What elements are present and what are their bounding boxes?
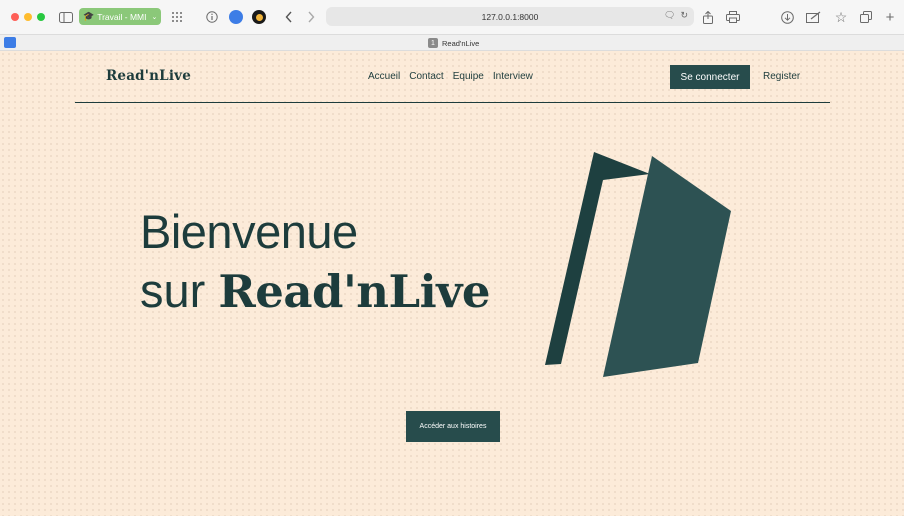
tab-group-label: Travail - MMI xyxy=(97,11,147,22)
info-icon[interactable] xyxy=(204,9,220,25)
door-panel xyxy=(603,156,731,377)
annotate-icon[interactable] xyxy=(805,9,821,25)
extension-blue-icon[interactable] xyxy=(229,10,243,24)
back-icon[interactable] xyxy=(281,9,297,25)
url-text: 127.0.0.1:8000 xyxy=(481,11,539,22)
address-bar[interactable]: 127.0.0.1:8000 🗨 ↻ xyxy=(326,7,694,26)
extension-moon-icon[interactable] xyxy=(252,10,266,24)
new-tab-icon[interactable]: + xyxy=(882,9,898,25)
print-icon[interactable] xyxy=(725,9,741,25)
sidebar-toggle-icon[interactable] xyxy=(58,9,74,25)
share-icon[interactable] xyxy=(700,9,716,25)
open-door-illustration xyxy=(545,152,731,377)
tab-group-pill[interactable]: 🎓 Travail - MMI ⌄ xyxy=(79,8,161,25)
forward-icon[interactable] xyxy=(303,9,319,25)
close-window-button[interactable] xyxy=(11,13,19,21)
tab-title-label: Read'nLive xyxy=(442,38,480,48)
tabs-copy-icon[interactable] xyxy=(858,9,874,25)
chevron-down-icon: ⌄ xyxy=(151,13,158,21)
graduation-cap-icon: 🎓 xyxy=(83,11,95,21)
tab-overview-icon[interactable] xyxy=(169,9,185,25)
download-icon[interactable] xyxy=(779,9,795,25)
tab-active[interactable]: 1 Read'nLive xyxy=(428,38,479,48)
tab-bar: 1 Read'nLive xyxy=(0,34,904,51)
zoom-window-button[interactable] xyxy=(37,13,45,21)
tab-number-badge: 1 xyxy=(428,38,438,48)
reload-icon[interactable]: ↻ xyxy=(680,10,688,21)
bookmark-star-icon[interactable]: ☆ xyxy=(833,9,849,25)
access-stories-button[interactable]: Accéder aux histoires xyxy=(406,411,500,442)
browser-toolbar: 🎓 Travail - MMI ⌄ 127.0.0.1:8000 🗨 ↻ ☆ + xyxy=(0,0,904,34)
reader-icon[interactable] xyxy=(4,37,16,48)
minimize-window-button[interactable] xyxy=(24,13,32,21)
web-page: Read'nLive Accueil Contact Equipe Interv… xyxy=(0,51,904,516)
translate-icon[interactable]: 🗨 xyxy=(664,10,675,21)
